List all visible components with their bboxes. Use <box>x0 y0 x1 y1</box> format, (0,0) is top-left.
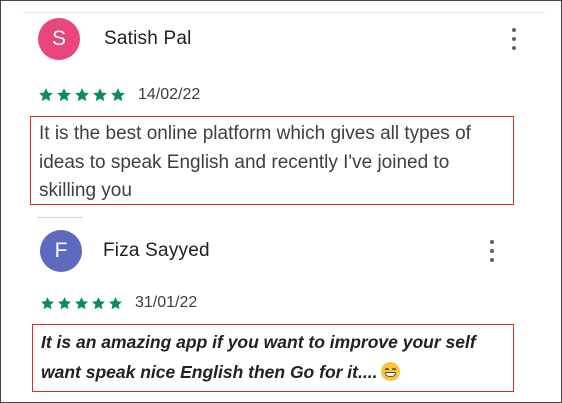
star-icon <box>75 296 88 309</box>
star-icon <box>111 88 125 102</box>
review-text: It is the best online platform which giv… <box>39 123 471 201</box>
reviews-panel: S Satish Pal 14/02/22 It is the best onl… <box>0 0 562 403</box>
more-vert-icon[interactable] <box>486 240 498 262</box>
star-icon <box>41 296 54 309</box>
reviewer-name: Fiza Sayyed <box>103 240 210 261</box>
star-icon <box>39 88 53 102</box>
grinning-face-icon <box>381 362 401 381</box>
review-text-highlight: It is an amazing app if you want to impr… <box>32 324 514 392</box>
star-icon <box>93 88 107 102</box>
star-icon <box>109 296 122 309</box>
review-text-highlight: It is the best online platform which giv… <box>30 116 514 205</box>
rating-row: 31/01/22 <box>40 294 197 312</box>
review-divider <box>37 217 83 218</box>
star-rating <box>40 296 125 311</box>
star-icon <box>92 296 105 309</box>
review-date: 31/01/22 <box>135 294 198 311</box>
avatar: F <box>40 230 82 272</box>
star-rating <box>38 87 128 103</box>
review-text-container: It is an amazing app if you want to impr… <box>41 327 505 387</box>
review-text: It is an amazing app if you want to impr… <box>41 332 476 382</box>
rating-row: 14/02/22 <box>38 86 200 104</box>
more-vert-icon[interactable] <box>508 28 520 50</box>
avatar: S <box>38 18 80 60</box>
avatar-letter: S <box>51 27 66 50</box>
star-icon <box>75 88 89 102</box>
avatar-letter: F <box>54 239 68 262</box>
review-date: 14/02/22 <box>138 86 201 103</box>
top-divider <box>23 12 545 13</box>
star-icon <box>58 296 71 309</box>
star-icon <box>57 88 71 102</box>
reviewer-name: Satish Pal <box>104 28 192 49</box>
